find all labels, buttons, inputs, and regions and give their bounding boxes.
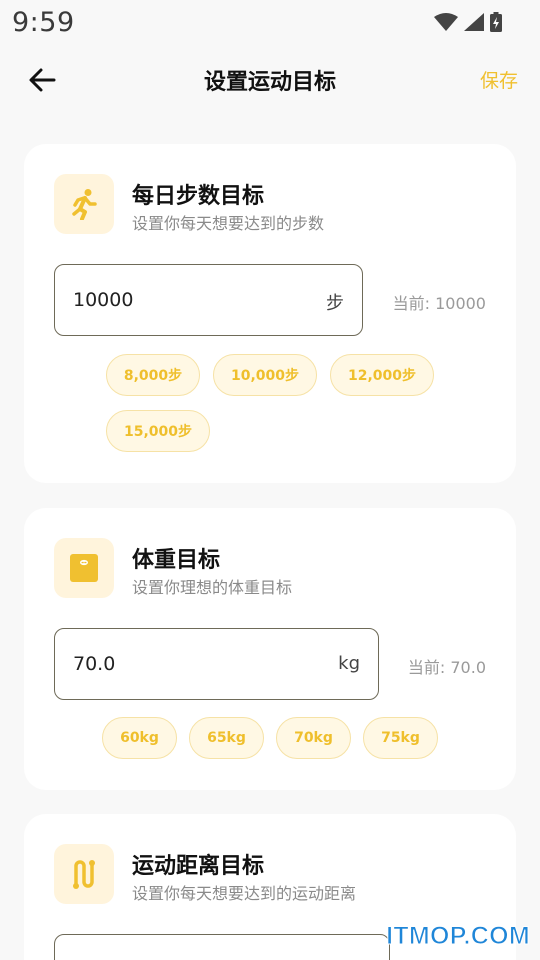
weight-goal-card: 体重目标 设置你理想的体重目标 70.0 kg 当前: 70.0 60kg 65… [24, 508, 516, 790]
steps-preset-chip[interactable]: 8,000步 [106, 354, 200, 396]
distance-goal-title: 运动距离目标 [132, 854, 265, 879]
status-time: 9:59 [12, 6, 75, 38]
steps-goal-card: 每日步数目标 设置你每天想要达到的步数 10000 步 当前: 10000 8,… [24, 144, 516, 483]
weight-preset-chip[interactable]: 60kg [102, 717, 177, 759]
scale-icon [70, 554, 98, 582]
running-person-icon [72, 189, 97, 220]
weight-goal-title: 体重目标 [132, 548, 221, 573]
steps-goal-title: 每日步数目标 [132, 184, 265, 209]
weight-goal-subtitle: 设置你理想的体重目标 [132, 578, 293, 597]
steps-unit-label: 步 [326, 293, 344, 314]
status-bar: 9:59 [0, 0, 540, 44]
weight-current-value: 当前: 70.0 [407, 658, 486, 677]
weight-input[interactable]: 70.0 kg [54, 628, 379, 700]
steps-input[interactable]: 10000 步 [54, 264, 363, 336]
signal-icon [464, 13, 484, 31]
page-title: 设置运动目标 [203, 70, 336, 95]
weight-icon-box [54, 538, 114, 598]
wifi-icon [434, 13, 458, 31]
weight-input-value: 70.0 [73, 653, 116, 675]
route-icon [73, 860, 95, 889]
distance-icon-box [54, 844, 114, 904]
distance-input[interactable] [54, 934, 390, 960]
app-bar: 设置运动目标 保存 [0, 50, 540, 108]
battery-charging-icon [490, 12, 502, 32]
steps-goal-subtitle: 设置你每天想要达到的步数 [132, 214, 325, 233]
weight-preset-chip[interactable]: 75kg [363, 717, 438, 759]
save-button[interactable]: 保存 [480, 66, 518, 93]
weight-preset-chip[interactable]: 70kg [276, 717, 351, 759]
steps-preset-chip[interactable]: 10,000步 [213, 354, 317, 396]
system-icons [434, 12, 502, 32]
distance-goal-subtitle: 设置你每天想要达到的运动距离 [132, 884, 357, 903]
steps-preset-chip[interactable]: 15,000步 [106, 410, 210, 452]
steps-current-value: 当前: 10000 [392, 294, 486, 313]
steps-preset-chip[interactable]: 12,000步 [330, 354, 434, 396]
weight-preset-chip[interactable]: 65kg [189, 717, 264, 759]
steps-input-value: 10000 [73, 289, 134, 311]
steps-icon-box [54, 174, 114, 234]
weight-unit-label: kg [338, 653, 360, 674]
watermark-logo: ITMOP.COM [386, 922, 531, 951]
